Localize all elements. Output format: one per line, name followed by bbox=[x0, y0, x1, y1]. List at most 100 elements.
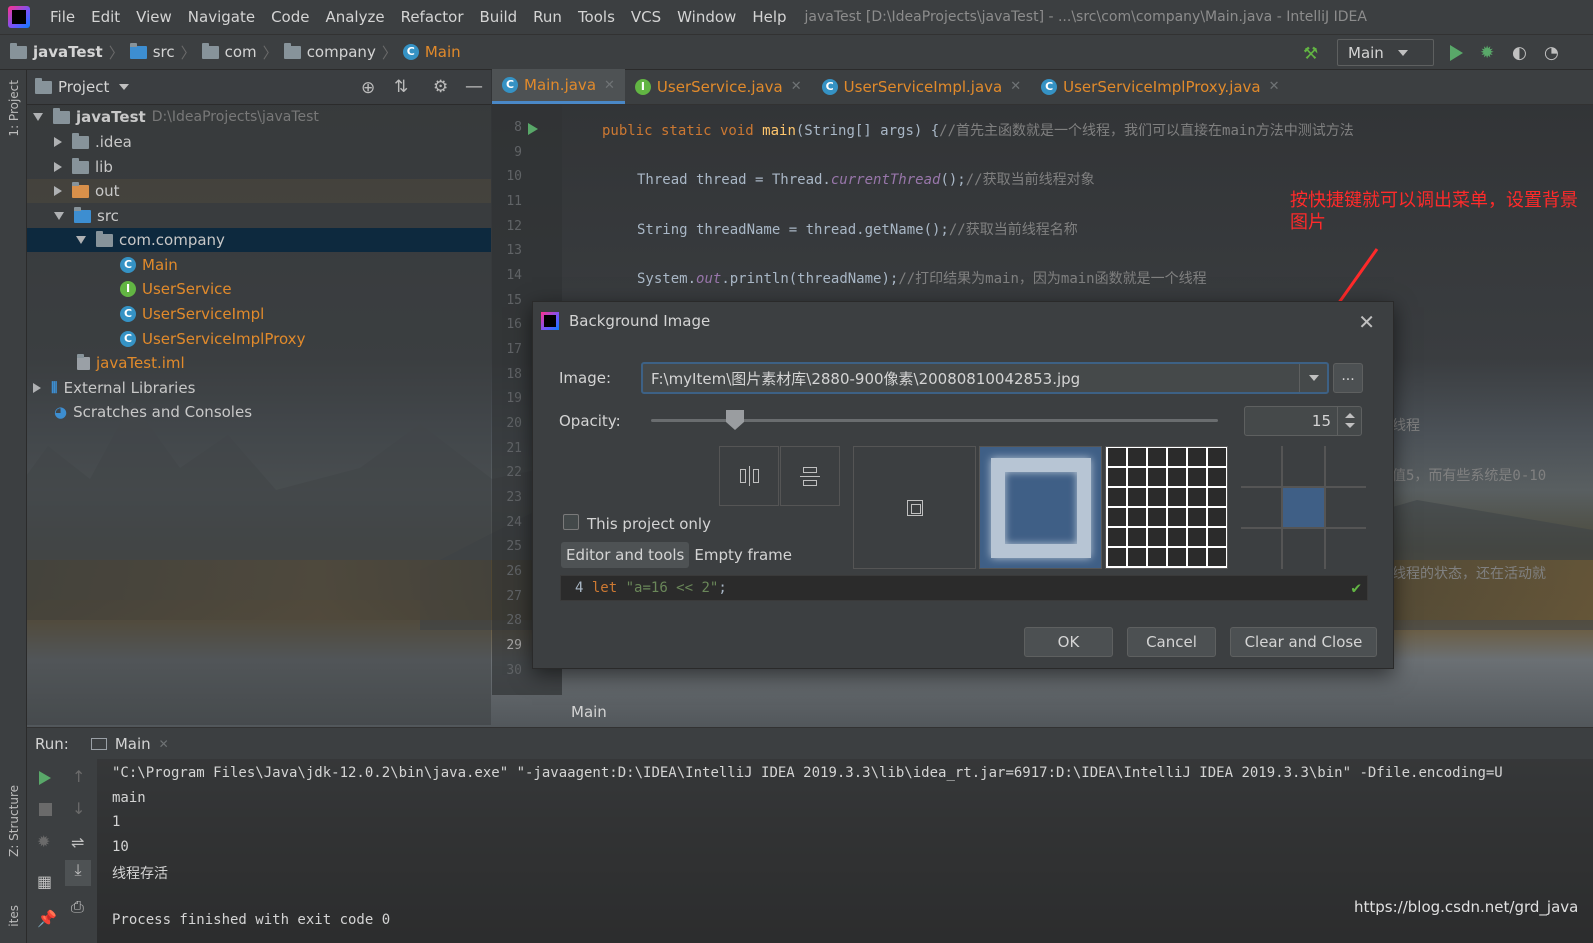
print-icon[interactable]: ⎙ bbox=[71, 897, 87, 916]
run-configuration-select[interactable]: Main bbox=[1337, 39, 1434, 66]
clear-and-close-button[interactable]: Clear and Close bbox=[1230, 627, 1377, 657]
expand-arrow-icon[interactable] bbox=[54, 137, 62, 147]
pin-icon[interactable]: 📌 bbox=[37, 909, 57, 928]
anchor-bottom-right[interactable] bbox=[1325, 529, 1366, 569]
menu-analyze[interactable]: Analyze bbox=[317, 8, 392, 26]
tree-item-idea[interactable]: .idea bbox=[27, 130, 491, 154]
tree-item-userserviceimpl[interactable]: C UserServiceImpl bbox=[27, 302, 491, 326]
locate-icon[interactable]: ⊕ bbox=[361, 78, 377, 98]
project-tool-tab[interactable]: 1: Project bbox=[7, 80, 21, 137]
run-tab[interactable]: Main ✕ bbox=[90, 735, 169, 753]
tree-item-scratches[interactable]: ◕ Scratches and Consoles bbox=[27, 400, 491, 424]
fill-scale-option[interactable] bbox=[979, 446, 1102, 569]
gear-icon[interactable]: ⚙ bbox=[433, 77, 449, 97]
layout-icon[interactable]: ▦ bbox=[37, 872, 53, 891]
ok-button[interactable]: OK bbox=[1024, 627, 1113, 657]
anchor-middle-right[interactable] bbox=[1325, 487, 1366, 528]
arrow-down-icon[interactable]: ↓ bbox=[72, 799, 88, 818]
breadcrumb-src[interactable]: src 〉 bbox=[129, 42, 196, 63]
rerun-icon[interactable] bbox=[39, 771, 51, 785]
coverage-icon[interactable]: ◐ bbox=[1512, 43, 1528, 63]
tree-item-com-company[interactable]: com.company bbox=[27, 228, 491, 252]
menu-refactor[interactable]: Refactor bbox=[393, 8, 472, 26]
this-project-only-checkbox[interactable] bbox=[563, 514, 579, 530]
structure-tool-tab[interactable]: Z: Structure bbox=[7, 785, 21, 857]
close-icon[interactable]: ✕ bbox=[159, 737, 169, 751]
close-icon[interactable]: ✕ bbox=[604, 78, 615, 93]
tree-item-userservice[interactable]: I UserService bbox=[27, 277, 491, 301]
anchor-top-center[interactable] bbox=[1283, 446, 1324, 486]
menu-window[interactable]: Window bbox=[669, 8, 744, 26]
segment-empty-frame[interactable]: Empty frame bbox=[689, 542, 797, 568]
anchor-top-left[interactable] bbox=[1241, 446, 1282, 486]
profile-icon[interactable]: ◔ bbox=[1544, 43, 1560, 63]
tree-item-src[interactable]: src bbox=[27, 204, 491, 228]
scroll-to-end-icon[interactable]: ⤓ bbox=[65, 860, 91, 886]
build-hammer-icon[interactable]: ⚒ bbox=[1303, 44, 1319, 64]
tab-userservice-java[interactable]: I UserService.java ✕ bbox=[625, 69, 812, 104]
soft-wrap-icon[interactable]: ⇌ bbox=[71, 833, 87, 852]
expand-arrow-icon[interactable] bbox=[33, 113, 43, 121]
menu-help[interactable]: Help bbox=[744, 8, 794, 26]
close-icon[interactable]: ✕ bbox=[1269, 79, 1280, 94]
stop-icon[interactable] bbox=[39, 803, 52, 816]
anchor-bottom-center[interactable] bbox=[1283, 529, 1324, 569]
tree-item-main[interactable]: C Main bbox=[27, 253, 491, 277]
anchor-center[interactable] bbox=[1283, 487, 1324, 528]
close-icon[interactable]: ✕ bbox=[1010, 79, 1021, 94]
arrow-up-icon[interactable]: ↑ bbox=[72, 767, 88, 786]
tree-item-lib[interactable]: lib bbox=[27, 155, 491, 179]
breadcrumb-main[interactable]: C Main bbox=[402, 43, 461, 61]
editor-breadcrumb[interactable]: Main bbox=[562, 695, 1593, 727]
close-icon[interactable]: ✕ bbox=[791, 79, 802, 94]
tree-item-iml[interactable]: javaTest.iml bbox=[27, 351, 491, 375]
close-icon[interactable]: ✕ bbox=[1358, 310, 1375, 334]
tree-item-out[interactable]: out bbox=[27, 179, 491, 203]
chevron-up-icon[interactable] bbox=[1345, 413, 1355, 418]
expand-arrow-icon[interactable] bbox=[76, 236, 86, 244]
chevron-down-icon[interactable] bbox=[119, 84, 130, 90]
tab-userserviceimplproxy-java[interactable]: C UserServiceImplProxy.java ✕ bbox=[1031, 69, 1289, 104]
collapse-all-icon[interactable]: ⇅ bbox=[394, 77, 410, 97]
opacity-slider-thumb[interactable] bbox=[726, 410, 744, 430]
cancel-button[interactable]: Cancel bbox=[1127, 627, 1216, 657]
expand-arrow-icon[interactable] bbox=[33, 383, 41, 393]
menu-view[interactable]: View bbox=[128, 8, 180, 26]
expand-arrow-icon[interactable] bbox=[54, 186, 62, 196]
fill-center-option[interactable] bbox=[853, 446, 976, 569]
hide-icon[interactable]: — bbox=[465, 76, 483, 97]
menu-vcs[interactable]: VCS bbox=[623, 8, 669, 26]
run-gutter-icon[interactable] bbox=[528, 123, 538, 135]
expand-arrow-icon[interactable] bbox=[54, 162, 62, 172]
menu-file[interactable]: File bbox=[42, 8, 83, 26]
spinner-arrows[interactable] bbox=[1337, 407, 1361, 435]
segment-editor-and-tools[interactable]: Editor and tools bbox=[561, 542, 690, 568]
flip-vertical-button[interactable] bbox=[780, 446, 840, 506]
tree-item-javatest[interactable]: javaTest D:\IdeaProjects\javaTest bbox=[27, 105, 491, 129]
anchor-middle-left[interactable] bbox=[1241, 487, 1282, 528]
breadcrumb-project[interactable]: javaTest 〉 bbox=[10, 42, 124, 63]
fill-tile-option[interactable] bbox=[1105, 446, 1228, 569]
breadcrumb-company[interactable]: company 〉 bbox=[283, 42, 397, 63]
anchor-bottom-left[interactable] bbox=[1241, 529, 1282, 569]
expand-arrow-icon[interactable] bbox=[54, 212, 64, 220]
run-icon[interactable] bbox=[1450, 45, 1463, 61]
chevron-down-icon[interactable] bbox=[1345, 423, 1355, 428]
debug-icon[interactable]: ✹ bbox=[1480, 43, 1496, 63]
menu-tools[interactable]: Tools bbox=[570, 8, 623, 26]
menu-edit[interactable]: Edit bbox=[83, 8, 128, 26]
menu-navigate[interactable]: Navigate bbox=[180, 8, 263, 26]
menu-build[interactable]: Build bbox=[472, 8, 526, 26]
tab-main-java[interactable]: C Main.java ✕ bbox=[492, 69, 625, 104]
image-path-combo[interactable]: F:\myItem\图片素材库\2880-900像素\2008081004285… bbox=[641, 362, 1329, 394]
browse-button[interactable]: ... bbox=[1333, 363, 1363, 393]
tab-userserviceimpl-java[interactable]: C UserServiceImpl.java ✕ bbox=[812, 69, 1031, 104]
tree-item-userserviceimplproxy[interactable]: C UserServiceImplProxy bbox=[27, 327, 491, 351]
menu-run[interactable]: Run bbox=[525, 8, 570, 26]
flip-horizontal-button[interactable] bbox=[719, 446, 779, 506]
debug-settings-icon[interactable]: ✹ bbox=[37, 832, 53, 851]
opacity-spinner[interactable]: 15 bbox=[1244, 406, 1362, 436]
project-view-select[interactable]: Project bbox=[58, 78, 109, 96]
menu-code[interactable]: Code bbox=[263, 8, 317, 26]
tree-item-external-libraries[interactable]: ⦀ External Libraries bbox=[27, 376, 491, 400]
